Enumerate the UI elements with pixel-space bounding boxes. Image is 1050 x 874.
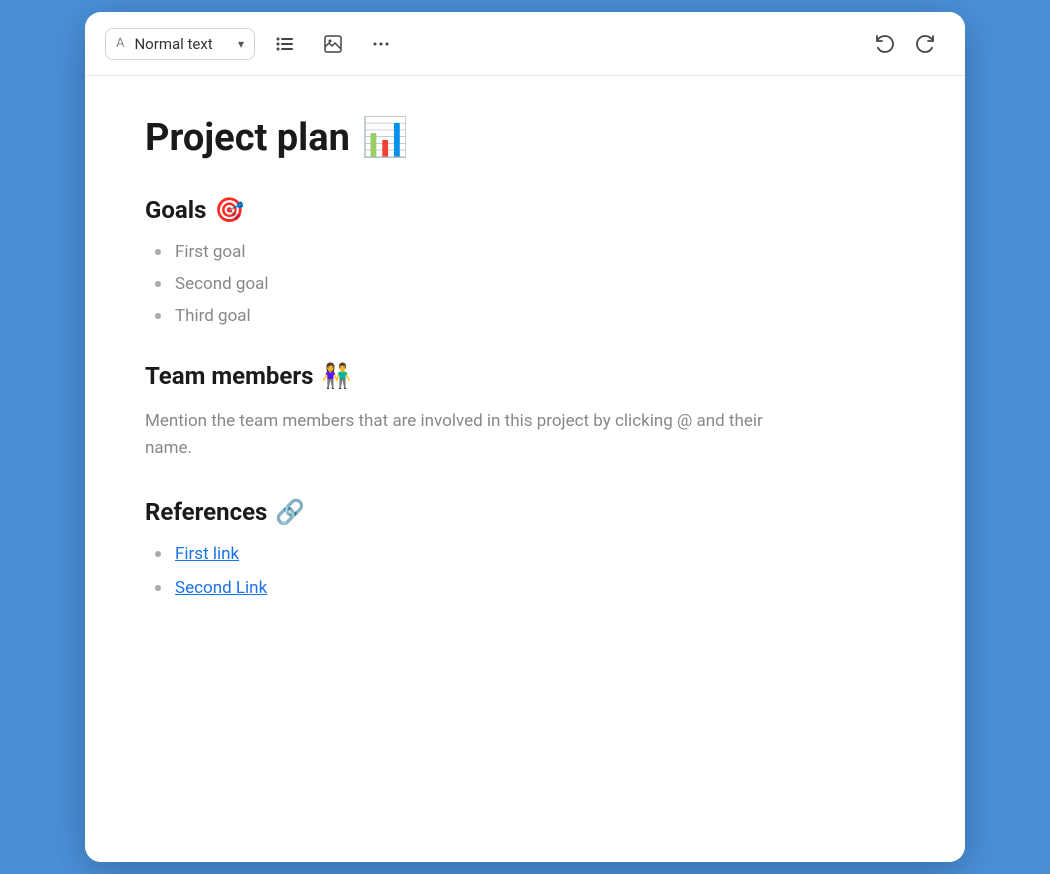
bullet-dot [155, 585, 161, 591]
bullet-dot [155, 249, 161, 255]
references-heading-emoji: 🔗 [275, 498, 305, 526]
goal-1-text: First goal [175, 242, 245, 262]
team-heading-emoji: 👫 [321, 362, 351, 390]
undo-icon [873, 33, 895, 55]
bullet-dot [155, 313, 161, 319]
list-item: Second goal [155, 274, 905, 294]
references-heading: References 🔗 [145, 498, 905, 526]
list-item: Third goal [155, 306, 905, 326]
redo-icon [915, 33, 937, 55]
list-icon [275, 34, 295, 54]
list-button[interactable] [267, 28, 303, 60]
references-section: References 🔗 First link Second Link [145, 498, 905, 598]
document-title-emoji: 📊 [362, 116, 409, 160]
app-container: A Normal text ▾ [85, 12, 965, 862]
content-area: Project plan 📊 Goals 🎯 First goal Second… [85, 76, 965, 862]
undo-redo-group [865, 27, 945, 61]
goal-3-text: Third goal [175, 306, 251, 326]
goals-heading: Goals 🎯 [145, 196, 905, 224]
list-item: Second Link [155, 578, 905, 598]
document-title-text: Project plan [145, 116, 350, 160]
goal-2-text: Second goal [175, 274, 269, 294]
references-heading-text: References [145, 498, 267, 526]
team-section: Team members 👫 Mention the team members … [145, 362, 905, 462]
toolbar: A Normal text ▾ [85, 12, 965, 76]
team-heading-text: Team members [145, 362, 313, 390]
image-button[interactable] [315, 28, 351, 60]
text-style-label: Normal text [134, 35, 231, 53]
undo-button[interactable] [865, 27, 903, 61]
goals-heading-emoji: 🎯 [214, 196, 244, 224]
team-description: Mention the team members that are involv… [145, 408, 785, 462]
references-list: First link Second Link [145, 544, 905, 598]
chevron-down-icon: ▾ [238, 37, 244, 51]
goals-list: First goal Second goal Third goal [145, 242, 905, 326]
first-link[interactable]: First link [175, 544, 239, 564]
goals-section: Goals 🎯 First goal Second goal Third goa… [145, 196, 905, 326]
team-heading: Team members 👫 [145, 362, 905, 390]
second-link[interactable]: Second Link [175, 578, 267, 598]
goals-heading-text: Goals [145, 196, 206, 224]
image-icon [323, 34, 343, 54]
more-options-button[interactable] [363, 28, 399, 60]
text-style-selector[interactable]: A Normal text ▾ [105, 28, 255, 60]
list-item: First goal [155, 242, 905, 262]
bullet-dot [155, 281, 161, 287]
document-title: Project plan 📊 [145, 116, 905, 160]
list-item: First link [155, 544, 905, 564]
bullet-dot [155, 551, 161, 557]
text-style-a-label: A [116, 36, 124, 51]
more-icon [371, 34, 391, 54]
redo-button[interactable] [907, 27, 945, 61]
